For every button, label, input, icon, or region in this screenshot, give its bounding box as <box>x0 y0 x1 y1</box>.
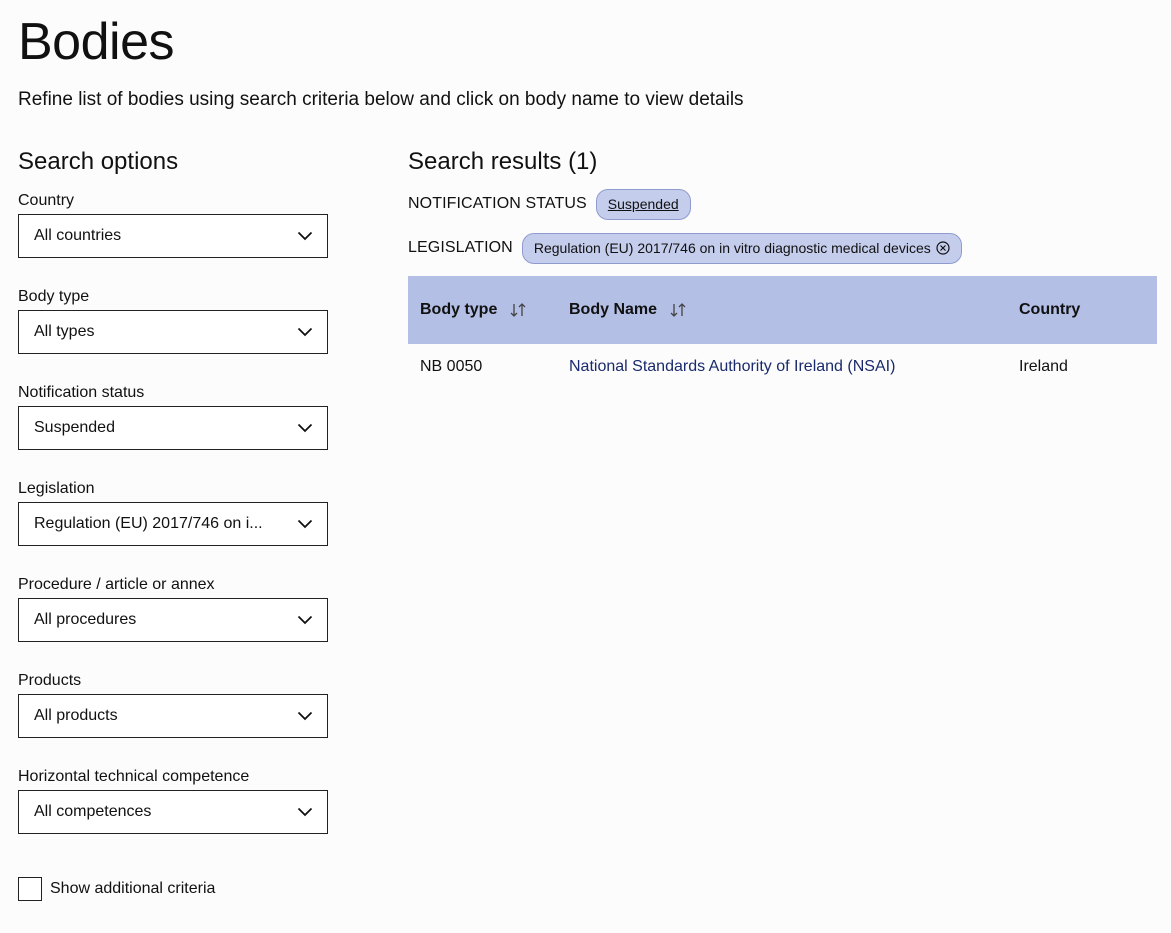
notification-status-field: Notification status Suspended <box>18 384 328 480</box>
remove-filter-icon[interactable] <box>936 241 950 255</box>
body-name-cell: National Standards Authority of Ireland … <box>557 344 1007 390</box>
chevron-down-icon <box>297 519 313 529</box>
legislation-chip[interactable]: Regulation (EU) 2017/746 on in vitro dia… <box>521 232 962 264</box>
sort-icon[interactable] <box>509 302 527 318</box>
legislation-label: Legislation <box>18 480 95 497</box>
procedure-label: Procedure / article or annex <box>18 576 215 593</box>
country-field: Country All countries <box>18 192 328 288</box>
body-name-link[interactable]: National Standards Authority of Ireland … <box>569 358 895 375</box>
chevron-down-icon <box>297 423 313 433</box>
body-type-select[interactable]: All types <box>18 310 328 354</box>
products-field: Products All products <box>18 672 328 768</box>
body-type-cell: NB 0050 <box>420 358 483 375</box>
notification-status-chip[interactable]: Suspended <box>595 188 691 220</box>
procedure-select-value: All procedures <box>34 611 137 628</box>
products-label: Products <box>18 672 82 689</box>
competence-select-value: All competences <box>34 803 152 820</box>
column-header-label: Country <box>1019 301 1081 318</box>
page-title: Bodies <box>18 13 175 71</box>
chevron-down-icon <box>297 807 313 817</box>
column-header-body-type: Body type <box>408 276 557 344</box>
body-type-field: Body type All types <box>18 288 328 384</box>
notification-status-select[interactable]: Suspended <box>18 406 328 450</box>
search-options-panel: Search options Country All countries Bod… <box>18 148 328 864</box>
sort-icon[interactable] <box>669 302 687 318</box>
notification-status-select-value: Suspended <box>34 419 115 436</box>
search-results-panel: Search results (1) NOTIFICATION STATUS S… <box>408 148 1157 390</box>
filter-key: LEGISLATION <box>408 239 513 256</box>
additional-criteria-label[interactable]: Show additional criteria <box>50 880 215 898</box>
competence-field: Horizontal technical competence All comp… <box>18 768 328 864</box>
country-select[interactable]: All countries <box>18 214 328 258</box>
column-header-label: Body type <box>420 301 498 318</box>
search-options-title: Search options <box>18 148 179 175</box>
table-row: NB 0050 National Standards Authority of … <box>408 344 1157 390</box>
notification-status-filter: NOTIFICATION STATUS Suspended <box>408 182 1157 226</box>
additional-criteria-checkbox[interactable] <box>18 877 42 901</box>
body-type-select-value: All types <box>34 323 95 340</box>
table-header-row: Body type Body Name Country <box>408 276 1157 344</box>
country-select-value: All countries <box>34 227 122 244</box>
legislation-select-value: Regulation (EU) 2017/746 on i... <box>34 515 263 532</box>
page: Bodies Refine list of bodies using searc… <box>0 0 1171 933</box>
legislation-select[interactable]: Regulation (EU) 2017/746 on i... <box>18 502 328 546</box>
body-type-label: Body type <box>18 288 90 305</box>
products-select[interactable]: All products <box>18 694 328 738</box>
column-header-body-name: Body Name <box>557 276 1007 344</box>
notification-status-label: Notification status <box>18 384 145 401</box>
competence-label: Horizontal technical competence <box>18 768 250 785</box>
legislation-filter: LEGISLATION Regulation (EU) 2017/746 on … <box>408 226 1157 270</box>
chevron-down-icon <box>297 615 313 625</box>
procedure-select[interactable]: All procedures <box>18 598 328 642</box>
results-table: Body type Body Name Country NB 0050 Nati… <box>408 276 1157 390</box>
legislation-chip-label: Regulation (EU) 2017/746 on in vitro dia… <box>533 240 931 256</box>
chevron-down-icon <box>297 711 313 721</box>
products-select-value: All products <box>34 707 118 724</box>
chevron-down-icon <box>297 327 313 337</box>
competence-select[interactable]: All competences <box>18 790 328 834</box>
procedure-field: Procedure / article or annex All procedu… <box>18 576 328 672</box>
column-header-label: Body Name <box>569 301 658 318</box>
filter-key: NOTIFICATION STATUS <box>408 195 587 212</box>
chevron-down-icon <box>297 231 313 241</box>
column-header-country: Country <box>1007 276 1157 344</box>
country-label: Country <box>18 192 75 209</box>
legislation-field: Legislation Regulation (EU) 2017/746 on … <box>18 480 328 576</box>
additional-criteria-toggle: Show additional criteria <box>18 877 215 901</box>
country-cell: Ireland <box>1019 358 1068 375</box>
page-subtitle: Refine list of bodies using search crite… <box>18 89 744 110</box>
search-results-title: Search results (1) <box>408 148 598 175</box>
